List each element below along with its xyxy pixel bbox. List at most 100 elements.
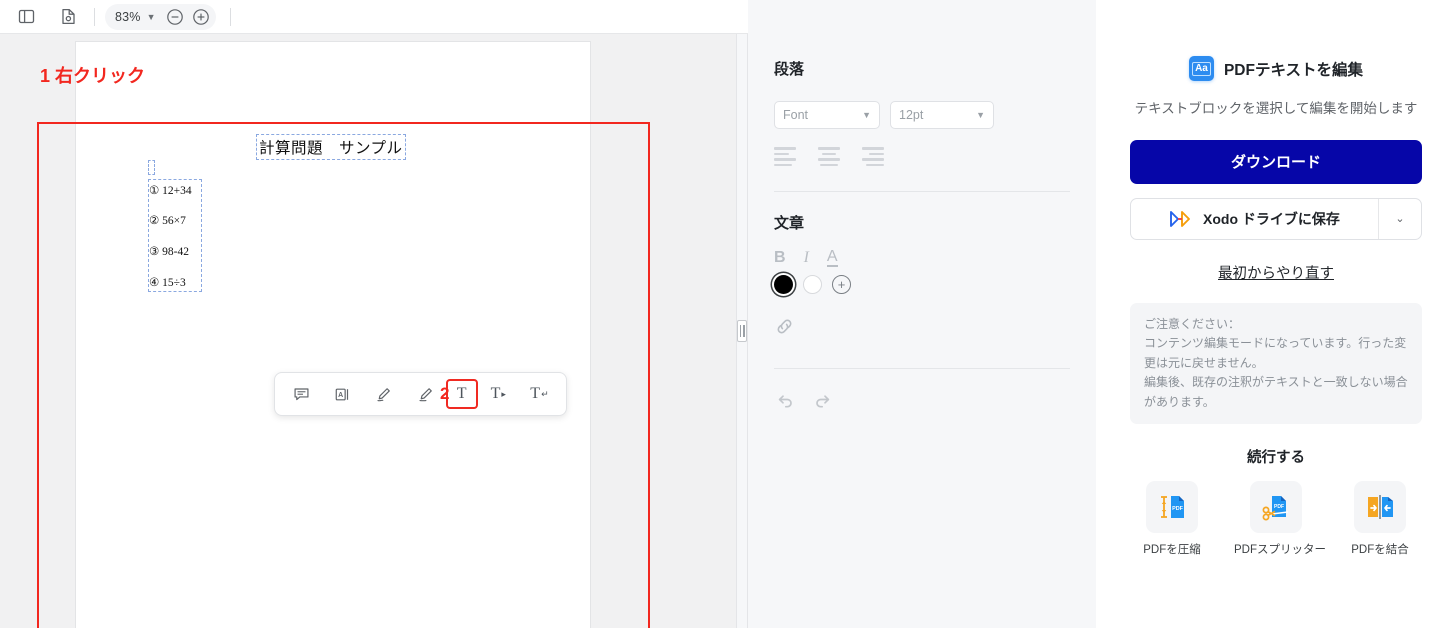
- question-line-3: ③ 98-42: [149, 246, 190, 258]
- sidebar-subtitle: テキストブロックを選択して編集を開始します: [1134, 101, 1418, 116]
- font-family-caret-icon: ▼: [862, 110, 871, 120]
- properties-divider-1: [774, 191, 1070, 192]
- zoom-out-icon: [166, 8, 183, 25]
- text-box-tool-button[interactable]: A: [322, 379, 363, 409]
- tool-sidebar: Aa PDFテキストを編集 テキストブロックを選択して編集を開始します ダウンロ…: [1096, 0, 1456, 628]
- toolbar-divider-1: [94, 7, 95, 26]
- comment-tool-button[interactable]: [281, 379, 322, 409]
- text-section-heading: 文章: [774, 215, 805, 232]
- undo-icon[interactable]: [774, 389, 796, 411]
- font-family-select[interactable]: Font ▼: [774, 101, 880, 129]
- save-main-area[interactable]: Xodo ドライブに保存: [1131, 199, 1378, 239]
- bold-button[interactable]: B: [774, 249, 786, 267]
- comment-icon: [294, 387, 309, 400]
- text-wrap-tool-button[interactable]: T ↵: [519, 379, 560, 409]
- splitter-grip-icon: [737, 320, 747, 342]
- svg-text:PDF: PDF: [1172, 506, 1183, 512]
- add-color-button[interactable]: +: [832, 275, 851, 294]
- empty-textblock[interactable]: [148, 160, 155, 175]
- tool-cards: PDF PDFを圧縮 PDF PDFスプリッター PDFを結合: [1130, 481, 1422, 557]
- properties-divider-2: [774, 368, 1070, 369]
- redo-icon[interactable]: [812, 389, 834, 411]
- panel-splitter-handle[interactable]: [736, 34, 748, 628]
- zoom-in-button[interactable]: [190, 6, 212, 28]
- question-line-4: ④ 15÷3: [149, 277, 186, 289]
- merge-pdf-label: PDFを結合: [1351, 544, 1409, 557]
- page-settings-icon: [61, 8, 75, 25]
- continue-heading: 続行する: [1247, 450, 1305, 467]
- font-controls-row: Font ▼ 12pt ▼: [774, 101, 1070, 129]
- sidebar-panel-toggle-button[interactable]: [10, 4, 42, 30]
- history-row: [774, 389, 1070, 411]
- question-line-2: ② 56×7: [149, 215, 186, 227]
- merge-pdf-glyph: [1368, 495, 1393, 520]
- font-size-select[interactable]: 12pt ▼: [890, 101, 994, 129]
- pdf-canvas-area[interactable]: 計算問題 サンプル ① 12+34 ② 56×7 ③ 98-42 ④ 15÷3: [0, 34, 748, 628]
- compress-pdf-card[interactable]: PDF PDFを圧縮: [1130, 481, 1214, 557]
- underline-button[interactable]: A: [826, 249, 838, 267]
- viewer-toolbar: 83% ▼: [0, 0, 748, 34]
- alignment-row: [774, 147, 1070, 169]
- text-insert-label: T: [490, 385, 501, 402]
- text-tool-button[interactable]: T: [445, 379, 478, 409]
- merge-pdf-icon: [1354, 481, 1406, 534]
- sidebar-panel-icon: [18, 9, 34, 24]
- page-settings-button[interactable]: [52, 4, 84, 30]
- xodo-drive-icon: [1170, 210, 1190, 227]
- split-pdf-card[interactable]: PDF PDFスプリッター: [1234, 481, 1326, 557]
- italic-button[interactable]: I: [804, 249, 809, 267]
- edit-mode-notice: ご注意ください： コンテンツ編集モードになっています。行った変更は元に戻せません…: [1130, 302, 1422, 425]
- save-options-caret-icon[interactable]: ⌄: [1378, 198, 1421, 239]
- pen-icon: [377, 387, 391, 401]
- return-arrow-icon: ↵: [541, 388, 549, 399]
- align-center-button[interactable]: [818, 147, 840, 169]
- align-right-button[interactable]: [862, 147, 884, 169]
- restart-link[interactable]: 最初からやり直す: [1130, 262, 1422, 283]
- text-properties-panel: 段落 Font ▼ 12pt ▼ 文章 B I A +: [748, 0, 1096, 628]
- zoom-level-value: 83%: [115, 9, 141, 24]
- step2-marker: 2: [440, 384, 450, 403]
- compress-pdf-glyph: PDF: [1161, 496, 1184, 519]
- merge-pdf-card[interactable]: PDFを結合: [1338, 481, 1422, 557]
- split-pdf-label: PDFスプリッター: [1234, 544, 1326, 557]
- pen-tool-button[interactable]: [363, 379, 404, 409]
- highlighter-icon: [419, 387, 432, 401]
- text-box-icon: A: [335, 388, 349, 400]
- text-insert-tool-button[interactable]: T ▸: [478, 379, 519, 409]
- document-title-textblock[interactable]: 計算問題 サンプル: [256, 134, 406, 160]
- pdf-page[interactable]: 計算問題 サンプル ① 12+34 ② 56×7 ③ 98-42 ④ 15÷3: [75, 41, 591, 628]
- text-wrap-label: T: [530, 385, 541, 402]
- font-size-caret-icon: ▼: [976, 110, 985, 120]
- font-family-value: Font: [783, 108, 809, 122]
- zoom-dropdown-caret-icon[interactable]: ▼: [147, 12, 156, 22]
- color-swatch-black[interactable]: [774, 275, 793, 294]
- split-pdf-icon: PDF: [1250, 481, 1302, 534]
- svg-text:PDF: PDF: [1274, 504, 1284, 510]
- link-row: [774, 316, 1070, 342]
- split-pdf-glyph: PDF: [1262, 496, 1289, 521]
- text-tool-label: T: [456, 385, 467, 402]
- edit-pdf-text-icon-label: Aa: [1192, 61, 1211, 76]
- align-left-button[interactable]: [774, 147, 796, 169]
- sidebar-header: Aa PDFテキストを編集: [1130, 56, 1422, 81]
- compress-pdf-icon: PDF: [1146, 481, 1198, 534]
- floating-annotation-toolbar: A T T ▸ T ↵: [274, 372, 567, 416]
- question-line-1: ① 12+34: [149, 185, 192, 197]
- pdf-viewer-column: 83% ▼ 計算問題 サンプル ① 12+34 ② 56×7 ③ 98-42 ④…: [0, 0, 748, 628]
- font-size-value: 12pt: [899, 108, 924, 122]
- text-color-row: +: [774, 275, 1070, 294]
- toolbar-divider-2: [229, 7, 231, 26]
- paragraph-section-heading: 段落: [774, 61, 805, 78]
- download-button[interactable]: ダウンロード: [1130, 139, 1422, 184]
- compress-pdf-label: PDFを圧縮: [1143, 544, 1201, 557]
- color-swatch-white[interactable]: [803, 275, 822, 294]
- zoom-in-icon: [192, 8, 209, 25]
- save-button-label: Xodo ドライブに保存: [1203, 210, 1340, 227]
- link-icon[interactable]: [774, 316, 795, 337]
- zoom-controls: 83% ▼: [105, 3, 216, 30]
- save-to-xodo-drive-button[interactable]: Xodo ドライブに保存 ⌄: [1130, 197, 1422, 240]
- insert-arrow-icon: ▸: [501, 388, 506, 399]
- xodo-pdf-editor: 83% ▼ 計算問題 サンプル ① 12+34 ② 56×7 ③ 98-42 ④…: [0, 0, 1456, 628]
- edit-pdf-text-icon: Aa: [1188, 56, 1214, 81]
- zoom-out-button[interactable]: [164, 6, 186, 28]
